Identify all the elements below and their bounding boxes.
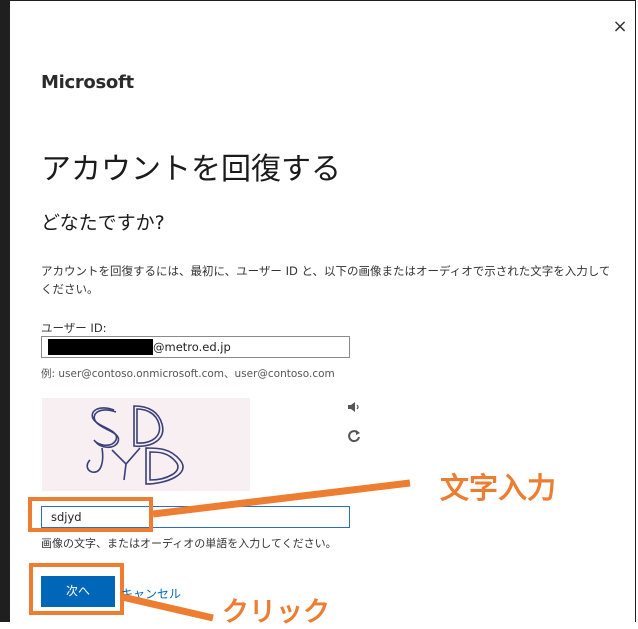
click-pointer-line (121, 593, 214, 622)
input-pointer-line (152, 479, 411, 518)
input-callout: 文字入力 (440, 471, 557, 505)
callout-arrows (121, 479, 411, 622)
click-callout: クリック (222, 597, 330, 628)
